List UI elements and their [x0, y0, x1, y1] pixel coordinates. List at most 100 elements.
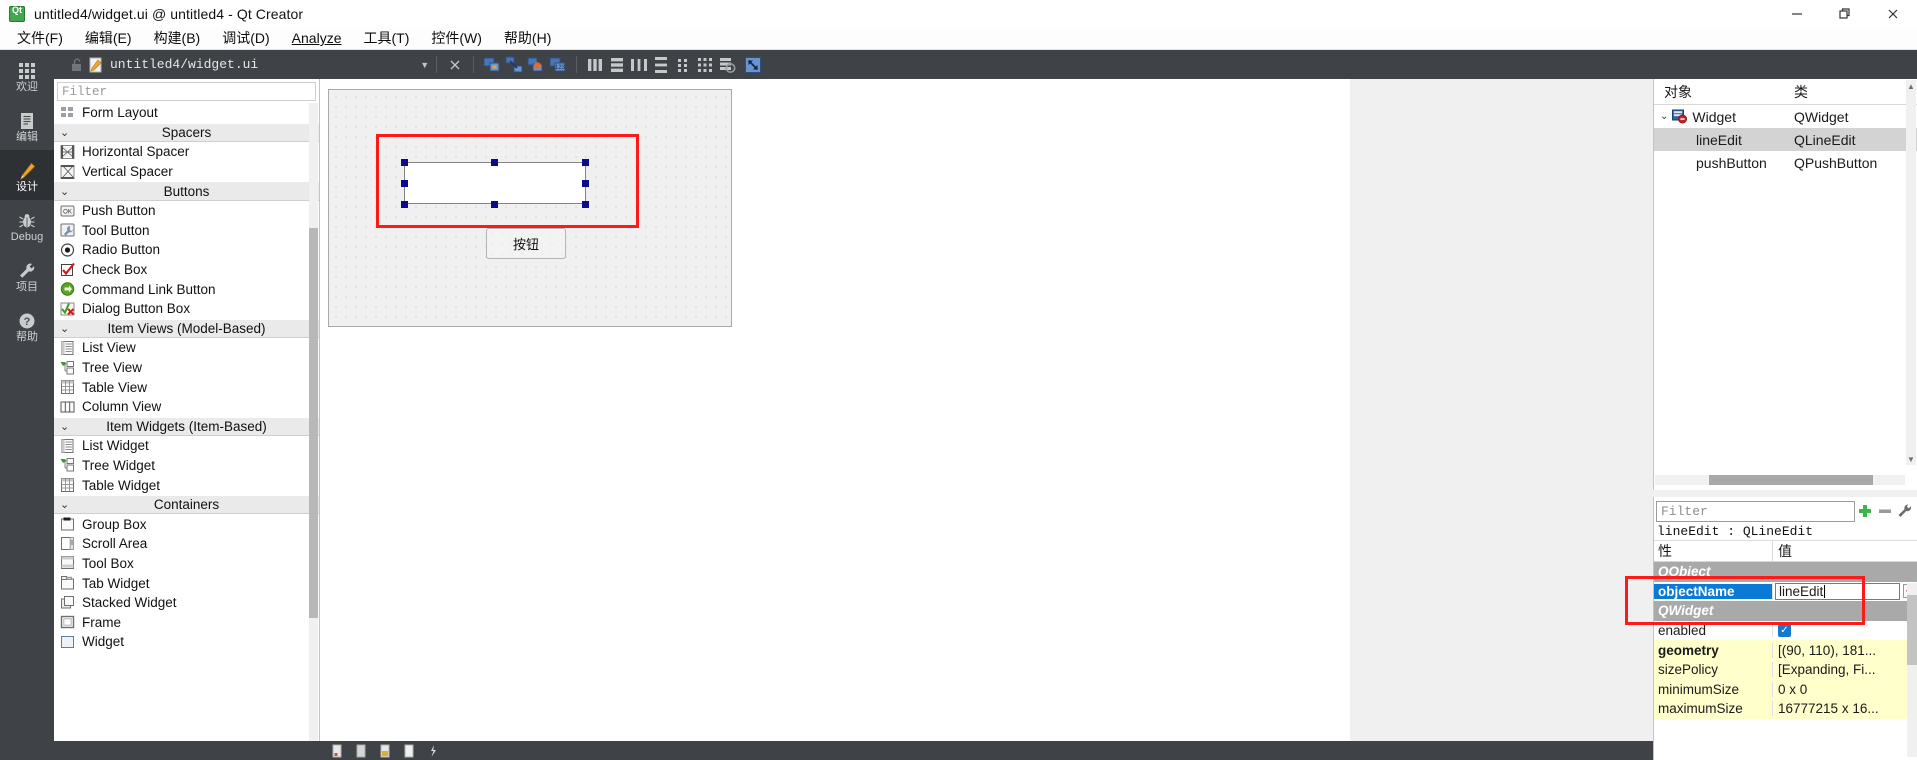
chevron-down-icon[interactable]: ⌄ — [60, 420, 70, 433]
scroll-up-icon[interactable]: ▲ — [1906, 80, 1916, 92]
object-inspector-row-pushbutton[interactable]: pushButton QPushButton — [1654, 151, 1917, 174]
resize-handle-top-center[interactable] — [491, 159, 498, 166]
mode-projects[interactable]: 项目 — [0, 250, 54, 300]
property-value[interactable]: ✓ — [1772, 624, 1917, 638]
layout-vertical-splitter-icon[interactable] — [650, 54, 672, 76]
widget-box-item-check-box[interactable]: Check Box — [54, 260, 319, 280]
issues-icon[interactable] — [330, 744, 344, 758]
resize-handle-middle-left[interactable] — [401, 180, 408, 187]
chevron-down-icon[interactable]: ⌄ — [60, 126, 70, 139]
widget-box-filter-input[interactable]: Filter — [57, 82, 316, 101]
widget-box-category-item-views-model-based[interactable]: ⌄ Item Views (Model-Based) — [54, 318, 319, 339]
object-inspector-row-widget[interactable]: ⌄ Widget QWidget — [1654, 105, 1917, 128]
widget-box-item-push-button[interactable]: OK Push Button — [54, 201, 319, 221]
widget-box-item-list-view[interactable]: List View — [54, 338, 319, 358]
edit-buddies-icon[interactable] — [525, 54, 547, 76]
widget-box-item-command-link-button[interactable]: Command Link Button — [54, 279, 319, 299]
object-inspector-vertical-scrollbar[interactable]: ▲ ▼ — [1906, 80, 1916, 465]
widget-box-item-table-view[interactable]: Table View — [54, 377, 319, 397]
push-button-widget[interactable]: 按钮 — [486, 228, 566, 259]
wrench-icon[interactable] — [1895, 501, 1915, 522]
property-row-qobject[interactable]: QObject — [1654, 562, 1917, 582]
widget-box-item-dialog-button-box[interactable]: Dialog Button Box — [54, 299, 319, 319]
property-editor-rows[interactable]: QObjectobjectNamelineEdit↩QWidgetenabled… — [1654, 562, 1917, 719]
property-editor-vertical-scrollbar[interactable] — [1907, 583, 1917, 757]
layout-grid-icon[interactable] — [694, 54, 716, 76]
widget-box-item-widget[interactable]: Widget — [54, 632, 319, 652]
property-filter-input[interactable]: Filter — [1656, 500, 1855, 522]
layout-vertically-icon[interactable] — [606, 54, 628, 76]
property-row-maximumsize[interactable]: maximumSize 16777215 x 16... — [1654, 699, 1917, 719]
object-inspector-hscroll-thumb[interactable] — [1709, 475, 1873, 485]
widget-box-item-list-widget[interactable]: List Widget — [54, 436, 319, 456]
search-results-icon[interactable] — [354, 744, 368, 758]
edit-tab-order-icon[interactable]: 123 — [547, 54, 569, 76]
widget-box-scrollbar[interactable] — [309, 103, 318, 757]
chevron-down-icon[interactable]: ⌄ — [60, 498, 70, 511]
minus-icon[interactable] — [1875, 501, 1895, 522]
edit-signals-slots-icon[interactable] — [503, 54, 525, 76]
widget-box-item-tree-widget[interactable]: Tree Widget — [54, 456, 319, 476]
widget-box-item-group-box[interactable]: Group Box — [54, 514, 319, 534]
mode-edit[interactable]: 编辑 — [0, 100, 54, 150]
property-value[interactable]: [(90, 110), 181... — [1772, 642, 1917, 658]
scroll-down-icon[interactable]: ▼ — [1906, 453, 1916, 465]
open-file-name[interactable]: untitled4/widget.ui — [110, 57, 258, 72]
property-value[interactable]: 16777215 x 16... — [1772, 701, 1917, 717]
chevron-down-icon[interactable]: ⌄ — [60, 185, 70, 198]
plus-icon[interactable] — [1855, 501, 1875, 522]
property-row-enabled[interactable]: enabled ✓ — [1654, 621, 1917, 641]
restore-button[interactable] — [1821, 0, 1869, 27]
chevron-down-icon[interactable]: ▼ — [420, 60, 429, 70]
resize-handle-top-right[interactable] — [582, 159, 589, 166]
widget-box-item-radio-button[interactable]: Radio Button — [54, 240, 319, 260]
layout-horizontal-splitter-icon[interactable] — [628, 54, 650, 76]
widget-box-item-tool-button[interactable]: Tool Button — [54, 221, 319, 241]
property-row-minimumsize[interactable]: minimumSize 0 x 0 — [1654, 679, 1917, 700]
layout-horizontally-icon[interactable] — [584, 54, 606, 76]
property-value[interactable]: [Expanding, Fi... — [1772, 662, 1917, 678]
property-row-qwidget[interactable]: QWidget — [1654, 601, 1917, 621]
menu-debug[interactable]: 调试(D) — [211, 26, 280, 50]
design-canvas[interactable]: 按钮 — [320, 79, 1350, 741]
compile-output-icon[interactable] — [402, 744, 416, 758]
widget-box-item-tree-view[interactable]: Tree View — [54, 358, 319, 378]
property-value[interactable]: 0 x 0 — [1772, 681, 1917, 697]
menu-analyze[interactable]: Analyze — [281, 28, 353, 48]
object-name-input[interactable]: lineEdit — [1775, 582, 1900, 600]
layout-form-icon[interactable] — [672, 54, 694, 76]
mode-design[interactable]: 设计 — [0, 150, 54, 200]
widget-box-list[interactable]: Form Layout ⌄ Spacers Horizontal Spacer Vert… — [54, 103, 319, 759]
enabled-checkbox[interactable]: ✓ — [1778, 624, 1791, 638]
widget-box-category-item-widgets-item-based[interactable]: ⌄ Item Widgets (Item-Based) — [54, 416, 319, 437]
chevron-down-icon[interactable]: ⌄ — [1660, 111, 1668, 122]
widget-box-item-form-layout[interactable]: Form Layout — [54, 103, 319, 123]
resize-handle-bottom-left[interactable] — [401, 201, 408, 208]
close-button[interactable] — [1869, 0, 1917, 27]
property-value[interactable]: lineEdit↩ — [1772, 582, 1917, 600]
object-inspector-row-lineedit[interactable]: lineEdit QLineEdit — [1654, 128, 1917, 151]
unlocked-icon[interactable] — [68, 56, 86, 74]
widget-box-category-buttons[interactable]: ⌄ Buttons — [54, 181, 319, 201]
form-preview[interactable]: 按钮 — [328, 89, 732, 327]
menu-tools[interactable]: 工具(T) — [352, 26, 420, 50]
menu-file[interactable]: 文件(F) — [6, 26, 74, 50]
widget-box-item-table-widget[interactable]: Table Widget — [54, 475, 319, 495]
menu-edit[interactable]: 编辑(E) — [74, 26, 143, 50]
widget-box-item-vertical-spacer[interactable]: Vertical Spacer — [54, 162, 319, 182]
resize-handle-bottom-center[interactable] — [491, 201, 498, 208]
widget-box-item-tab-widget[interactable]: Tab Widget — [54, 573, 319, 593]
menu-widgets[interactable]: 控件(W) — [420, 26, 493, 50]
widget-box-item-column-view[interactable]: Column View — [54, 397, 319, 417]
object-inspector-horizontal-scrollbar[interactable] — [1655, 475, 1905, 485]
widget-box-item-horizontal-spacer[interactable]: Horizontal Spacer — [54, 142, 319, 162]
application-output-icon[interactable] — [378, 744, 392, 758]
menu-help[interactable]: 帮助(H) — [493, 26, 562, 50]
resize-handle-bottom-right[interactable] — [582, 201, 589, 208]
widget-box-category-spacers[interactable]: ⌄ Spacers — [54, 122, 319, 143]
resize-handle-middle-right[interactable] — [582, 180, 589, 187]
property-row-geometry[interactable]: geometry [(90, 110), 181... — [1654, 640, 1917, 660]
widget-box-item-scroll-area[interactable]: Scroll Area — [54, 534, 319, 554]
property-editor-vscroll-thumb[interactable] — [1907, 595, 1917, 665]
object-inspector-rows[interactable]: ⌄ Widget QWidget lineEdit QLineEdit pushButto… — [1654, 105, 1917, 174]
